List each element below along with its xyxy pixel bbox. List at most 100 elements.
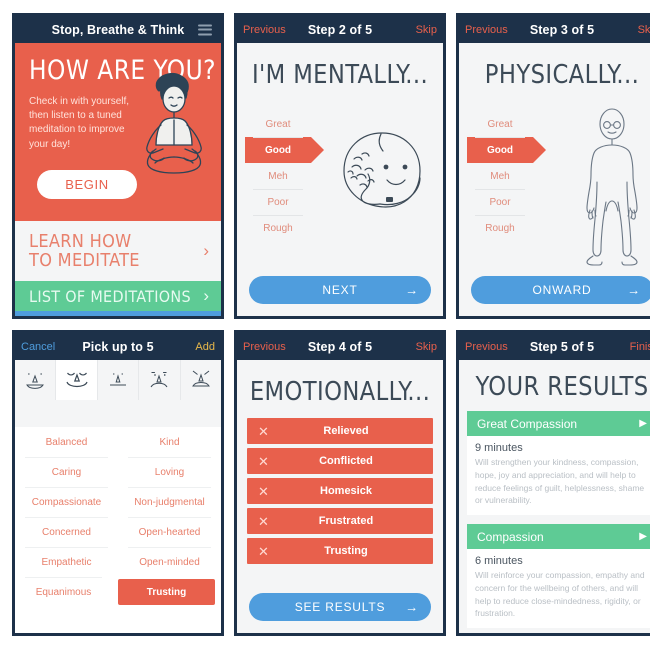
emotion-frustrated[interactable]: ✕ Frustrated — [247, 508, 433, 534]
result-card-compassion: Compassion ▶ 6 minutes Will reinforce yo… — [467, 524, 650, 628]
scale-option-great[interactable]: Great — [467, 111, 533, 137]
scale-option-poor[interactable]: Poor — [467, 189, 533, 215]
result-header[interactable]: Compassion ▶ — [467, 524, 650, 549]
begin-button[interactable]: BEGIN — [37, 170, 137, 199]
blue-accent-bar — [15, 311, 221, 316]
see-results-button[interactable]: SEE RESULTS → — [249, 593, 431, 621]
meditating-woman-illustration — [146, 72, 202, 174]
learn-label: LEARN HOW TO MEDITATE — [29, 232, 140, 270]
add-button[interactable]: Add — [195, 341, 215, 353]
skip-button[interactable]: Skip — [416, 24, 437, 36]
face-very-sad-icon[interactable] — [181, 360, 221, 400]
scale-option-great[interactable]: Great — [245, 111, 311, 137]
trait-open-hearted[interactable]: Open-hearted — [118, 517, 221, 547]
close-x-icon[interactable]: ✕ — [258, 455, 269, 468]
result-header[interactable]: Great Compassion ▶ — [467, 411, 650, 436]
mental-scale-area: Great Good Meh Poor Rough NEXT → — [237, 105, 443, 316]
face-smiling-icon[interactable] — [56, 360, 98, 400]
play-icon[interactable]: ▶ — [639, 531, 647, 542]
trait-open-minded[interactable]: Open-minded — [118, 547, 221, 577]
trait-non-judgmental[interactable]: Non-judgmental — [118, 487, 221, 517]
physical-scale-area: Great Good Meh Poor Rough ONWARD → — [459, 105, 650, 316]
play-icon[interactable]: ▶ — [639, 418, 647, 429]
chevron-right-icon: › — [203, 286, 209, 305]
emotional-navbar: Previous Step 4 of 5 Skip — [237, 333, 443, 360]
page-title: PHYSICALLY... — [484, 60, 640, 90]
emotion-homesick[interactable]: ✕ Homesick — [247, 478, 433, 504]
previous-button[interactable]: Previous — [465, 24, 508, 36]
next-label: NEXT — [322, 283, 358, 297]
previous-button[interactable]: Previous — [243, 24, 286, 36]
trait-row: Equanimous Trusting — [15, 577, 221, 607]
meditations-label: LIST OF MEDITATIONS — [29, 286, 191, 306]
previous-button[interactable]: Previous — [243, 341, 286, 353]
emotion-conflicted[interactable]: ✕ Conflicted — [247, 448, 433, 474]
trait-equanimous[interactable]: Equanimous — [15, 577, 112, 607]
finish-button[interactable]: Finish — [630, 341, 650, 353]
emotion-label: Homesick — [320, 485, 372, 497]
trait-concerned[interactable]: Concerned — [15, 517, 118, 547]
mood-scale: Great Good Meh Poor Rough — [245, 111, 324, 241]
close-x-icon[interactable]: ✕ — [258, 545, 269, 558]
trait-row: Caring Loving — [15, 457, 221, 487]
result-name: Great Compassion — [477, 416, 578, 431]
picker-title: Pick up to 5 — [82, 339, 154, 354]
see-results-label: SEE RESULTS — [294, 600, 386, 614]
trait-compassionate[interactable]: Compassionate — [15, 487, 118, 517]
list-of-meditations-row[interactable]: LIST OF MEDITATIONS › — [15, 281, 221, 311]
trait-balanced[interactable]: Balanced — [15, 427, 118, 457]
emotion-label: Frustrated — [318, 515, 374, 527]
scale-option-rough[interactable]: Rough — [467, 215, 533, 241]
trait-trusting[interactable]: Trusting — [118, 579, 215, 605]
cancel-button[interactable]: Cancel — [21, 341, 55, 353]
mental-body: I'M MENTALLY... Great Good Meh Poor Roug… — [237, 43, 443, 316]
results-navbar: Previous Step 5 of 5 Finish — [459, 333, 650, 360]
result-description: Will strengthen your kindness, compassio… — [475, 457, 645, 506]
scale-option-meh[interactable]: Meh — [467, 163, 533, 189]
close-x-icon[interactable]: ✕ — [258, 425, 269, 438]
face-happy-icon[interactable] — [15, 360, 57, 400]
close-x-icon[interactable]: ✕ — [258, 515, 269, 528]
arrow-right-icon: → — [405, 599, 419, 615]
trait-row: Concerned Open-hearted — [15, 517, 221, 547]
result-card-partial[interactable] — [467, 635, 650, 636]
app-title: Stop, Breathe & Think — [51, 22, 185, 37]
step-indicator: Step 3 of 5 — [529, 22, 595, 37]
physical-body: PHYSICALLY... Great Good Meh Poor Rough — [459, 43, 650, 316]
next-button[interactable]: NEXT → — [249, 276, 431, 304]
previous-button[interactable]: Previous — [465, 341, 508, 353]
face-sad-icon[interactable] — [139, 360, 181, 400]
close-x-icon[interactable]: ✕ — [258, 485, 269, 498]
face-neutral-icon[interactable] — [98, 360, 140, 400]
traits-body: Balanced Kind Caring Loving Compassionat… — [15, 360, 221, 633]
onward-button[interactable]: ONWARD → — [471, 276, 650, 304]
learn-how-to-meditate-row[interactable]: LEARN HOW TO MEDITATE › — [15, 221, 221, 281]
result-duration: 9 minutes — [475, 442, 523, 454]
chevron-right-icon: › — [203, 241, 209, 260]
human-body-outline-illustration — [586, 108, 638, 266]
scale-option-rough[interactable]: Rough — [245, 215, 311, 241]
step-indicator: Step 2 of 5 — [307, 22, 373, 37]
hamburger-menu-icon[interactable] — [198, 24, 212, 35]
brain-blob-face-illustration — [343, 132, 421, 208]
trait-kind[interactable]: Kind — [118, 427, 221, 457]
trait-empathetic[interactable]: Empathetic — [15, 547, 118, 577]
emotion-label: Trusting — [324, 545, 368, 557]
skip-button[interactable]: Skip — [638, 24, 650, 36]
result-card-great-compassion: Great Compassion ▶ 9 minutes Will streng… — [467, 411, 650, 515]
emotion-trusting[interactable]: ✕ Trusting — [247, 538, 433, 564]
results-body: YOUR RESULTS Great Compassion ▶ 9 minute… — [459, 360, 650, 633]
physical-navbar: Previous Step 3 of 5 Skip — [459, 16, 650, 43]
trait-caring[interactable]: Caring — [15, 457, 118, 487]
scale-option-good[interactable]: Good — [245, 137, 324, 163]
skip-button[interactable]: Skip — [416, 341, 437, 353]
trait-loving[interactable]: Loving — [118, 457, 221, 487]
emotion-relieved[interactable]: ✕ Relieved — [247, 418, 433, 444]
scale-option-good[interactable]: Good — [467, 137, 546, 163]
scale-option-meh[interactable]: Meh — [245, 163, 311, 189]
learn-line-2: TO MEDITATE — [29, 250, 140, 271]
mental-navbar: Previous Step 2 of 5 Skip — [237, 16, 443, 43]
scale-option-poor[interactable]: Poor — [245, 189, 311, 215]
home-navbar: Stop, Breathe & Think — [15, 16, 221, 43]
emotion-list: ✕ Relieved ✕ Conflicted ✕ Homesick ✕ Fru… — [247, 418, 433, 568]
